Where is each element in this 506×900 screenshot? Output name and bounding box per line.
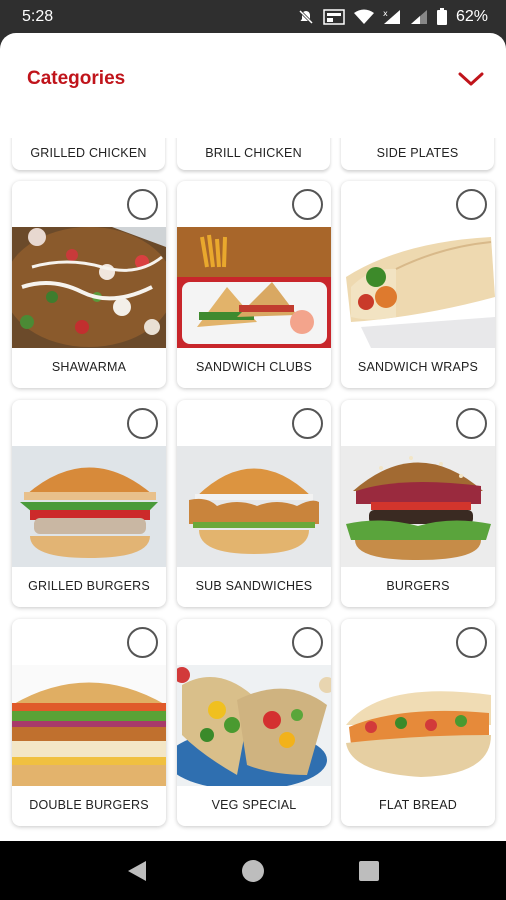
system-nav-bar <box>0 841 506 900</box>
sandwich-clubs-image <box>177 227 331 348</box>
home-icon[interactable] <box>241 859 265 883</box>
category-card[interactable]: SANDWICH WRAPS <box>341 181 495 388</box>
category-card[interactable]: VEG SPECIAL <box>177 619 331 826</box>
select-radio[interactable] <box>127 189 158 220</box>
category-label: GRILLED CHICKEN <box>30 146 147 160</box>
category-label: GRILLED BURGERS <box>28 579 150 593</box>
grilled-burgers-image <box>12 446 166 567</box>
category-card[interactable]: SHAWARMA <box>12 181 166 388</box>
categories-sheet: Categories GRILLED CHICKEN BRILL CHICKEN… <box>0 33 506 841</box>
category-card[interactable]: SIDE PLATES <box>341 138 494 170</box>
signal-weak-icon <box>410 9 427 24</box>
signal-icon: x <box>383 9 400 24</box>
recents-icon[interactable] <box>358 860 380 882</box>
select-radio[interactable] <box>292 627 323 658</box>
category-label: DOUBLE BURGERS <box>29 798 149 812</box>
category-grid[interactable]: GRILLED CHICKEN BRILL CHICKEN SIDE PLATE… <box>0 138 506 841</box>
select-radio[interactable] <box>456 627 487 658</box>
category-label: FLAT BREAD <box>379 798 457 812</box>
burgers-image <box>341 446 495 567</box>
back-icon[interactable] <box>126 859 148 883</box>
category-label: BURGERS <box>386 579 450 593</box>
category-card[interactable]: BURGERS <box>341 400 495 607</box>
category-label: SANDWICH CLUBS <box>195 360 312 374</box>
top-row: GRILLED CHICKEN BRILL CHICKEN SIDE PLATE… <box>0 138 506 170</box>
category-card[interactable]: GRILLED BURGERS <box>12 400 166 607</box>
sandwich-wraps-image <box>341 227 495 348</box>
category-card[interactable]: SUB SANDWICHES <box>177 400 331 607</box>
status-icons: x 62% <box>298 8 488 26</box>
mute-icon <box>298 9 314 24</box>
category-label: BRILL CHICKEN <box>205 146 302 160</box>
select-radio[interactable] <box>292 408 323 439</box>
select-radio[interactable] <box>127 408 158 439</box>
category-label: SUB SANDWICHES <box>195 579 313 593</box>
category-card[interactable]: DOUBLE BURGERS <box>12 619 166 826</box>
sheet-title: Categories <box>27 67 126 89</box>
double-burgers-image <box>12 665 166 786</box>
flat-bread-image <box>341 665 495 786</box>
veg-special-image <box>177 665 331 786</box>
svg-text:x: x <box>383 9 388 18</box>
category-label: SIDE PLATES <box>376 146 459 160</box>
sub-sandwiches-image <box>177 446 331 567</box>
battery-percent: 62% <box>455 7 488 25</box>
category-card[interactable]: FLAT BREAD <box>341 619 495 826</box>
select-radio[interactable] <box>456 189 487 220</box>
status-bar: 5:28 x 62% <box>0 0 506 33</box>
select-radio[interactable] <box>127 627 158 658</box>
select-radio[interactable] <box>292 189 323 220</box>
news-icon <box>323 8 345 25</box>
category-label: SHAWARMA <box>51 360 127 374</box>
select-radio[interactable] <box>456 408 487 439</box>
shawarma-image <box>12 227 166 348</box>
wifi-icon <box>353 9 374 24</box>
category-label: VEG SPECIAL <box>211 798 297 812</box>
category-card[interactable]: BRILL CHICKEN <box>177 138 330 170</box>
chevron-down-icon[interactable] <box>458 71 484 87</box>
status-time: 5:28 <box>22 7 54 25</box>
sheet-header[interactable]: Categories <box>0 33 506 138</box>
battery-icon <box>436 8 447 25</box>
category-label: SANDWICH WRAPS <box>357 360 479 374</box>
category-card[interactable]: GRILLED CHICKEN <box>12 138 165 170</box>
category-card[interactable]: SANDWICH CLUBS <box>177 181 331 388</box>
